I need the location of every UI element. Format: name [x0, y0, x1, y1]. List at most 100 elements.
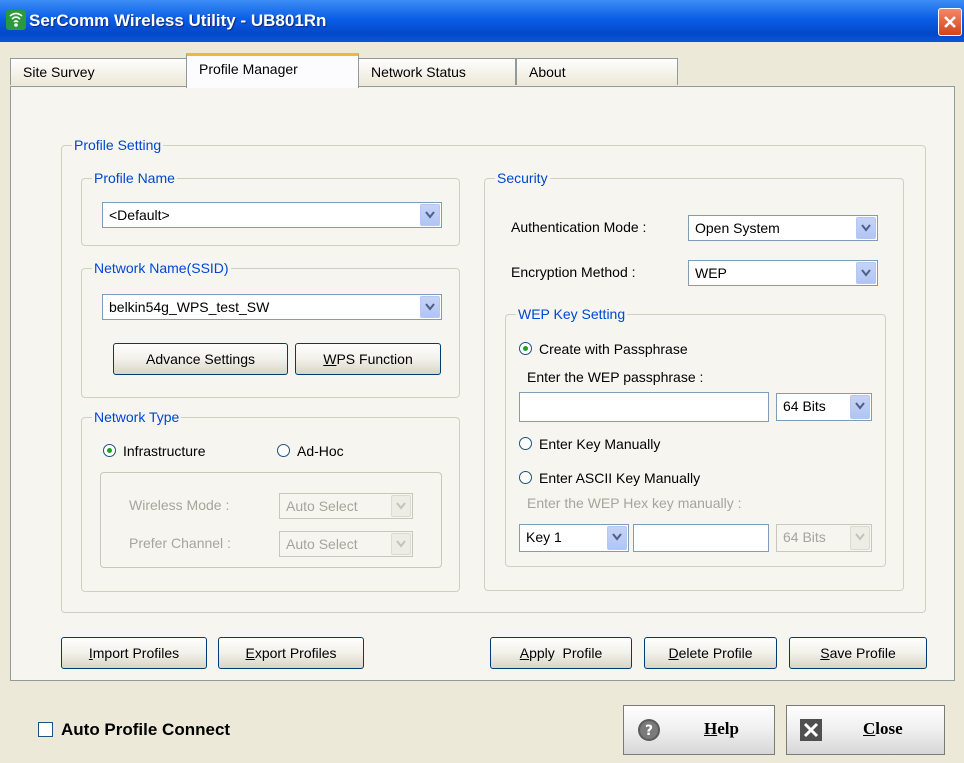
radio-icon[interactable]: [277, 444, 290, 457]
hex-bits-value: 64 Bits: [783, 529, 826, 545]
encryption-method-select[interactable]: WEP: [688, 260, 878, 286]
wireless-mode-value: Auto Select: [286, 498, 358, 514]
chevron-down-icon: [391, 495, 411, 517]
apply-profile-button[interactable]: Apply Profile: [490, 637, 632, 669]
export-mnemonic: E: [245, 645, 255, 661]
apply-mnemonic: A: [519, 645, 530, 661]
profile-name-legend: Profile Name: [92, 169, 177, 187]
advance-settings-button[interactable]: Advance Settings: [113, 343, 288, 375]
enter-key-manually-radio[interactable]: Enter Key Manually: [519, 435, 660, 453]
network-type-legend: Network Type: [92, 408, 182, 426]
wep-key-setting-group: WEP Key Setting Create with Passphrase E…: [505, 305, 886, 567]
chevron-down-icon[interactable]: [420, 204, 440, 226]
tab-label: Profile Manager: [199, 61, 298, 77]
enter-key-manually-label: Enter Key Manually: [539, 436, 661, 452]
auto-profile-connect-label: Auto Profile Connect: [61, 720, 231, 739]
radio-icon[interactable]: [519, 471, 532, 484]
auth-mode-value: Open System: [695, 220, 780, 236]
security-group: Security Authentication Mode : Open Syst…: [484, 169, 904, 591]
enter-hex-label: Enter the WEP Hex key manually :: [527, 495, 742, 511]
profile-name-value: <Default>: [109, 207, 170, 223]
advance-settings-label: Advance Settings: [146, 351, 255, 367]
tab-network-status[interactable]: Network Status: [358, 58, 516, 85]
create-passphrase-radio[interactable]: Create with Passphrase: [519, 340, 688, 358]
utility-window: SerComm Wireless Utility - UB801Rn Site …: [0, 0, 964, 763]
tab-profile-manager[interactable]: Profile Manager: [186, 53, 359, 88]
radio-selected-icon[interactable]: [103, 444, 116, 457]
tab-label: Site Survey: [23, 64, 95, 80]
chevron-down-icon[interactable]: [856, 262, 876, 284]
wep-hex-key-input[interactable]: [633, 524, 769, 552]
security-legend: Security: [495, 169, 550, 187]
title-bar[interactable]: SerComm Wireless Utility - UB801Rn: [0, 0, 964, 42]
window-close-button[interactable]: [938, 8, 962, 36]
radio-icon[interactable]: [519, 437, 532, 450]
svg-text:?: ?: [645, 723, 653, 739]
profile-setting-legend: Profile Setting: [72, 136, 164, 154]
key-index-select[interactable]: Key 1: [519, 524, 629, 552]
infrastructure-radio[interactable]: Infrastructure: [103, 442, 205, 460]
save-mnemonic: S: [820, 645, 830, 661]
encryption-method-label: Encryption Method :: [511, 264, 636, 280]
profile-name-select[interactable]: <Default>: [102, 202, 442, 228]
enter-passphrase-label: Enter the WEP passphrase :: [527, 369, 704, 385]
auto-profile-connect-checkbox[interactable]: [38, 722, 53, 737]
adhoc-radio[interactable]: Ad-Hoc: [277, 442, 344, 460]
create-passphrase-label: Create with Passphrase: [539, 341, 688, 357]
help-icon: ?: [638, 719, 660, 741]
delete-label: elete Profile: [678, 645, 753, 661]
profile-manager-panel: Profile Setting Profile Name <Default> N…: [10, 86, 955, 681]
help-label: elp: [717, 719, 739, 738]
chevron-down-icon[interactable]: [850, 395, 870, 419]
prefer-channel-label: Prefer Channel :: [129, 535, 231, 551]
prefer-channel-select[interactable]: Auto Select: [279, 531, 413, 557]
encryption-method-value: WEP: [695, 265, 727, 281]
help-label-wrap: Help: [704, 719, 739, 739]
auth-mode-select[interactable]: Open System: [688, 215, 878, 241]
save-profile-button[interactable]: Save Profile: [789, 637, 927, 669]
passphrase-bits-select[interactable]: 64 Bits: [776, 393, 872, 421]
chevron-down-icon[interactable]: [607, 526, 627, 550]
wps-label: PS Function: [336, 351, 413, 367]
help-mnemonic: H: [704, 719, 718, 738]
import-profiles-button[interactable]: Import Profiles: [61, 637, 207, 669]
infrastructure-label: Infrastructure: [123, 443, 206, 459]
delete-mnemonic: D: [668, 645, 679, 661]
delete-profile-button[interactable]: Delete Profile: [644, 637, 777, 669]
tab-about[interactable]: About: [516, 58, 678, 85]
help-button[interactable]: ? Help: [623, 705, 775, 755]
export-profiles-button[interactable]: Export Profiles: [218, 637, 364, 669]
close-button[interactable]: Close: [786, 705, 945, 755]
close-icon: [800, 719, 822, 741]
wireless-mode-select[interactable]: Auto Select: [279, 493, 413, 519]
ssid-legend: Network Name(SSID): [92, 259, 231, 277]
hex-bits-select[interactable]: 64 Bits: [776, 524, 872, 552]
key-index-value: Key 1: [526, 529, 562, 545]
adhoc-label: Ad-Hoc: [297, 443, 344, 459]
wps-mnemonic: W: [323, 351, 337, 367]
close-icon: [944, 16, 956, 28]
auth-mode-label: Authentication Mode :: [511, 219, 647, 235]
wep-passphrase-input[interactable]: [519, 392, 769, 422]
prefer-channel-value: Auto Select: [286, 536, 358, 552]
ssid-select[interactable]: belkin54g_WPS_test_SW: [102, 294, 442, 320]
tab-label: Network Status: [371, 64, 466, 80]
save-label: ave Profile: [829, 645, 896, 661]
chevron-down-icon[interactable]: [856, 217, 876, 239]
close-label-wrap: Close: [863, 719, 903, 739]
wireless-mode-label: Wireless Mode :: [129, 497, 230, 513]
passphrase-bits-value: 64 Bits: [783, 398, 826, 414]
ssid-group: Network Name(SSID) belkin54g_WPS_test_SW…: [81, 259, 460, 398]
enter-ascii-manually-label: Enter ASCII Key Manually: [539, 470, 701, 486]
chevron-down-icon[interactable]: [420, 296, 440, 318]
chevron-down-icon: [850, 526, 870, 550]
enter-ascii-manually-radio[interactable]: Enter ASCII Key Manually: [519, 469, 700, 487]
window-title: SerComm Wireless Utility - UB801Rn: [29, 11, 327, 30]
profile-name-group: Profile Name <Default>: [81, 169, 460, 246]
close-mnemonic: C: [863, 719, 876, 738]
wps-function-button[interactable]: WPS Function: [295, 343, 441, 375]
chevron-down-icon: [391, 533, 411, 555]
import-label: mport Profiles: [92, 645, 180, 661]
radio-selected-icon[interactable]: [519, 342, 532, 355]
tab-site-survey[interactable]: Site Survey: [10, 58, 188, 85]
